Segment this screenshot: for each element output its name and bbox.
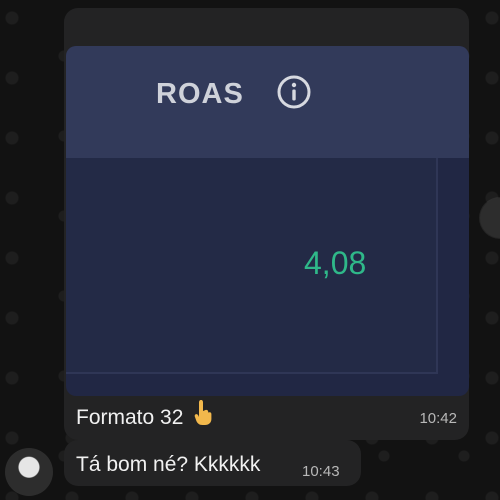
roas-header: ROAS: [66, 46, 469, 158]
text-message-bubble[interactable]: Tá bom né? Kkkkkk 10:43: [64, 440, 361, 486]
text-message-time: 10:43: [302, 463, 340, 480]
media-caption: Formato 32: [76, 398, 213, 432]
user-avatar-icon[interactable]: [5, 448, 53, 496]
caption-text: Formato 32: [76, 406, 184, 429]
roas-value-panel: 4,08: [66, 158, 438, 374]
info-circle-icon: [276, 74, 312, 110]
text-message: Tá bom né? Kkkkkk: [76, 453, 261, 476]
roas-title: ROAS: [156, 78, 244, 110]
pointing-up-hand-icon: [193, 398, 213, 432]
roas-image[interactable]: ROAS 4,08: [66, 46, 469, 396]
roas-value: 4,08: [304, 245, 367, 281]
media-message-time: 10:42: [419, 410, 457, 427]
media-message-bubble[interactable]: ROAS 4,08 Formato 32 10:42: [64, 8, 469, 440]
